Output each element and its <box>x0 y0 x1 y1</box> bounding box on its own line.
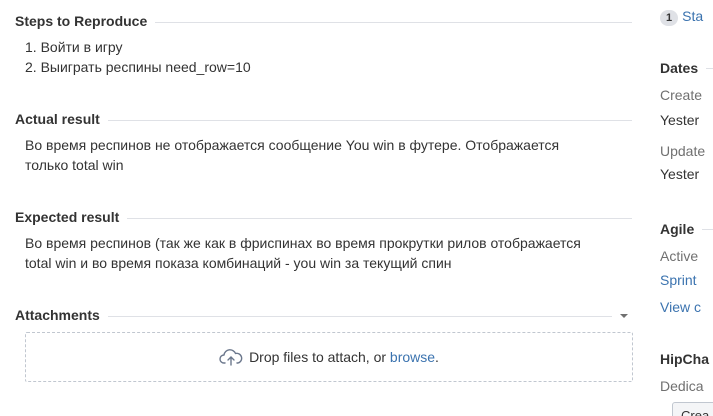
expected-result-line: total win и во время показа комбинаций -… <box>25 255 452 271</box>
create-room-button[interactable]: Crea <box>672 402 713 416</box>
chevron-down-icon[interactable] <box>620 314 628 318</box>
hipchat-module: HipCha Dedica <box>660 351 713 394</box>
agile-title: Agile <box>660 221 695 237</box>
hipchat-header: HipCha <box>660 351 713 367</box>
updated-value: Yester <box>660 166 700 182</box>
expected-result-line: Во время респинов (так же как в фриспина… <box>25 235 581 251</box>
active-sprint-label: Active <box>660 248 699 264</box>
section-divider <box>706 67 713 69</box>
section-divider <box>127 217 632 219</box>
issue-main-column: Steps to Reproduce 1. Войти в игру 2. Вы… <box>0 0 640 416</box>
actual-result-text: Во время респинов не отображается сообще… <box>25 135 605 175</box>
status-row: 1 Sta <box>660 8 713 26</box>
steps-section-title: Steps to Reproduce <box>15 13 148 29</box>
status-count-badge: 1 <box>660 10 679 26</box>
agile-header: Agile <box>660 221 713 237</box>
dropzone-text: Drop files to attach, or <box>249 349 390 365</box>
actual-section-header: Actual result <box>15 109 632 129</box>
dates-header: Dates <box>660 60 713 76</box>
expected-section-title: Expected result <box>15 209 120 225</box>
steps-list: 1. Войти в игру 2. Выиграть респины need… <box>25 37 605 77</box>
attachments-section-title: Attachments <box>15 307 100 323</box>
dates-module: Dates Create Yester Update Yester <box>660 60 713 182</box>
status-link[interactable]: Sta <box>682 8 703 24</box>
agile-module: Agile Active Sprint View c <box>660 221 713 315</box>
issue-sidebar: 1 Sta Dates Create Yester Update Yester A… <box>660 0 713 416</box>
created-value: Yester <box>660 112 700 128</box>
actual-result-line: только total win <box>25 157 124 173</box>
dedicated-room-label: Dedica <box>660 378 704 394</box>
expected-section-header: Expected result <box>15 207 632 227</box>
cloud-upload-icon <box>219 348 243 366</box>
actual-result-line: Во время респинов не отображается сообще… <box>25 137 560 153</box>
attachments-section-header: Attachments <box>15 305 632 325</box>
section-divider <box>107 119 632 121</box>
steps-list-item: 1. Войти в игру <box>25 39 123 55</box>
browse-link[interactable]: browse <box>390 349 435 365</box>
steps-section-header: Steps to Reproduce <box>15 11 632 31</box>
updated-label: Update <box>660 143 706 159</box>
attachment-dropzone[interactable]: Drop files to attach, or browse . <box>25 332 633 382</box>
view-board-link[interactable]: View c <box>660 299 713 315</box>
dates-title: Dates <box>660 60 699 76</box>
hipchat-title: HipCha <box>660 351 709 367</box>
section-divider <box>702 228 713 230</box>
created-label: Create <box>660 87 703 103</box>
section-divider <box>107 315 612 317</box>
sprint-link[interactable]: Sprint <box>660 272 713 288</box>
expected-result-text: Во время респинов (так же как в фриспина… <box>25 233 605 273</box>
section-divider <box>155 21 632 23</box>
dropzone-suffix: . <box>435 349 439 365</box>
actual-section-title: Actual result <box>15 111 100 127</box>
steps-list-item: 2. Выиграть респины need_row=10 <box>25 59 251 75</box>
